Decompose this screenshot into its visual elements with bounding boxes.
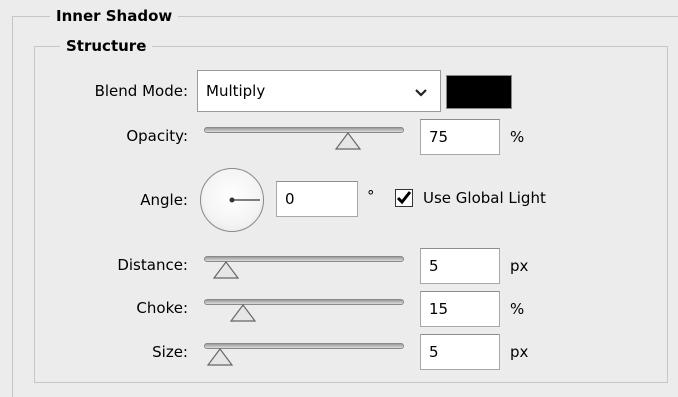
choke-slider-thumb[interactable]: [230, 304, 257, 322]
blend-mode-select[interactable]: Multiply: [197, 70, 441, 112]
choke-unit: %: [510, 300, 525, 318]
use-global-light-checkbox[interactable]: [395, 189, 413, 207]
shadow-color-swatch[interactable]: [446, 75, 512, 109]
size-slider-thumb[interactable]: [207, 348, 234, 366]
angle-unit: °: [367, 187, 375, 205]
angle-label: Angle:: [140, 191, 188, 209]
size-input[interactable]: 5: [420, 334, 500, 370]
distance-slider-thumb[interactable]: [212, 261, 239, 279]
choke-label: Choke:: [136, 299, 188, 317]
choke-input[interactable]: 15: [420, 291, 500, 327]
opacity-label: Opacity:: [126, 127, 188, 145]
blend-mode-label: Blend Mode:: [94, 82, 188, 100]
chevron-down-icon: [414, 85, 428, 103]
opacity-input[interactable]: 75: [420, 119, 500, 155]
checkmark-icon: [396, 191, 412, 205]
group-title: Inner Shadow: [50, 6, 179, 26]
blend-mode-value: Multiply: [206, 82, 266, 100]
structure-border-bottom: [34, 382, 668, 383]
size-label: Size:: [152, 343, 188, 361]
distance-label: Distance:: [117, 256, 188, 274]
size-slider-track[interactable]: [204, 343, 404, 349]
structure-border-right: [667, 46, 668, 383]
size-unit: px: [510, 343, 529, 361]
angle-indicator-icon: [229, 197, 260, 203]
structure-title: Structure: [60, 36, 153, 56]
angle-dial[interactable]: [200, 168, 264, 232]
use-global-light-label[interactable]: Use Global Light: [423, 188, 546, 208]
opacity-unit: %: [510, 128, 525, 146]
distance-unit: px: [510, 257, 529, 275]
opacity-slider-thumb[interactable]: [334, 132, 361, 150]
opacity-slider-track[interactable]: [204, 127, 404, 133]
angle-input[interactable]: 0: [276, 181, 358, 217]
distance-input[interactable]: 5: [420, 248, 500, 284]
